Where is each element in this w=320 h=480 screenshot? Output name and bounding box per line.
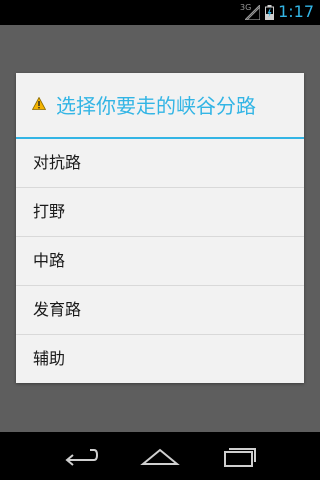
dialog-title: 选择你要走的峡谷分路 xyxy=(56,94,256,118)
status-bar: 3G 1:17 xyxy=(0,0,320,25)
route-option-mid-lane[interactable]: 中路 xyxy=(16,237,304,286)
route-select-dialog: 选择你要走的峡谷分路 对抗路 打野 中路 发育路 辅助 xyxy=(16,73,304,383)
route-option-list: 对抗路 打野 中路 发育路 辅助 xyxy=(16,139,304,383)
route-option-farm-lane[interactable]: 发育路 xyxy=(16,286,304,335)
home-icon[interactable] xyxy=(140,443,180,469)
navigation-bar xyxy=(0,432,320,480)
battery-icon xyxy=(265,5,274,20)
recent-apps-icon[interactable] xyxy=(220,443,260,469)
route-option-support[interactable]: 辅助 xyxy=(16,335,304,383)
back-icon[interactable] xyxy=(60,443,100,469)
signal-icon xyxy=(245,5,260,20)
clock: 1:17 xyxy=(278,2,314,21)
dialog-header: 选择你要走的峡谷分路 xyxy=(16,73,304,139)
route-option-jungle[interactable]: 打野 xyxy=(16,188,304,237)
route-option-clash-lane[interactable]: 对抗路 xyxy=(16,139,304,188)
warning-icon xyxy=(32,97,46,110)
